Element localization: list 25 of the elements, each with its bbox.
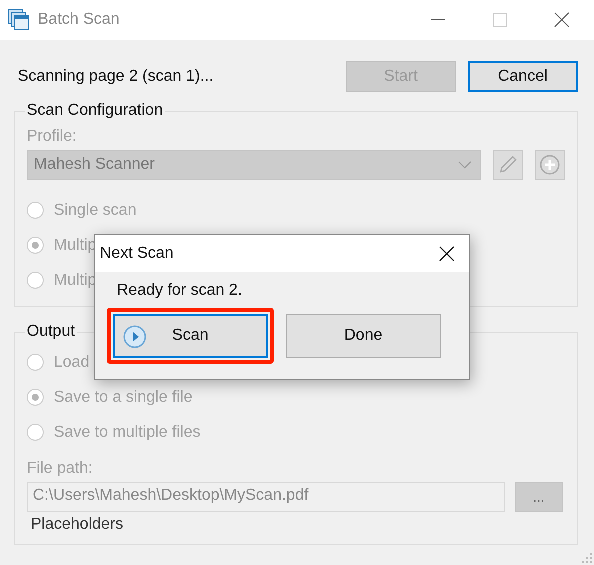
radio-label: Single scan — [54, 202, 137, 220]
scan-button[interactable]: Scan — [113, 314, 268, 358]
field-label: File path: — [27, 460, 94, 478]
group-title: Scan Configuration — [26, 102, 164, 120]
group-title: Output — [26, 323, 76, 341]
placeholders-label: Placeholders — [31, 516, 124, 534]
close-icon[interactable] — [554, 12, 570, 28]
status-text: Scanning page 2 (scan 1)... — [18, 68, 215, 86]
close-icon[interactable] — [439, 246, 455, 262]
radio-label: Save to multiple files — [54, 424, 201, 442]
dialog-message: Ready for scan 2. — [117, 282, 244, 300]
field-label: Profile: — [27, 128, 78, 146]
radio-label: Save to a single file — [54, 388, 193, 406]
dialog-title: Next Scan — [100, 244, 174, 262]
cancel-button[interactable]: Cancel — [468, 61, 578, 92]
app-icon — [8, 9, 30, 31]
play-icon — [123, 325, 147, 349]
pencil-icon — [497, 154, 519, 176]
window-title: Batch Scan — [38, 11, 120, 29]
radio-label: Load — [54, 354, 90, 372]
maximize-icon[interactable] — [492, 12, 508, 28]
done-button[interactable]: Done — [286, 314, 441, 358]
chevron-down-icon — [458, 161, 472, 169]
resize-grip-icon[interactable] — [582, 553, 592, 563]
plus-icon — [539, 154, 561, 176]
